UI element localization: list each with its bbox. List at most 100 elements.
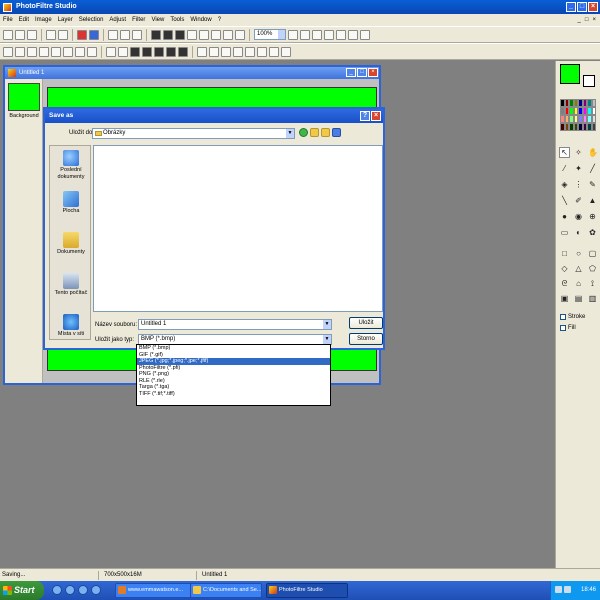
polygon-lasso-icon[interactable]: ⌂ xyxy=(573,278,584,289)
place-documents[interactable]: Dokumenty xyxy=(50,232,92,256)
clone-tool-icon[interactable]: ⊕ xyxy=(587,211,598,222)
file-type-option[interactable]: TIFF (*.tif;*.tiff) xyxy=(137,391,330,398)
shape-option-c-icon[interactable]: ▥ xyxy=(587,293,598,304)
effects-icon[interactable] xyxy=(211,29,221,40)
eyedropper-icon[interactable]: ⁄ xyxy=(559,163,570,174)
new-icon[interactable] xyxy=(3,29,13,40)
saturation-plus-icon[interactable] xyxy=(87,46,97,57)
image-size-icon[interactable] xyxy=(151,29,161,40)
menu-filter[interactable]: Filter xyxy=(132,14,145,26)
line-tool-icon[interactable]: ╱ xyxy=(587,163,598,174)
wand-icon[interactable]: ✦ xyxy=(573,163,584,174)
rotate-right-icon[interactable] xyxy=(269,46,279,57)
fill-icon[interactable] xyxy=(223,29,233,40)
doc-window-minimize-button[interactable]: _ xyxy=(346,68,356,77)
menu-layer[interactable]: Layer xyxy=(58,14,73,26)
menu-selection[interactable]: Selection xyxy=(79,14,104,26)
cancel-button[interactable]: Storno xyxy=(349,333,383,345)
selection-icon[interactable] xyxy=(187,29,197,40)
menu-file[interactable]: File xyxy=(3,14,13,26)
color-palette[interactable] xyxy=(560,99,596,131)
place-computer[interactable]: Tento počítač xyxy=(50,273,92,297)
quick-launch-browser-icon[interactable] xyxy=(52,585,62,595)
dialog-titlebar[interactable]: Save as ? × xyxy=(45,109,383,123)
sepia-icon[interactable] xyxy=(142,46,152,57)
brightness-minus-icon[interactable] xyxy=(27,46,37,57)
contrast-minus-icon[interactable] xyxy=(51,46,61,57)
contrast-plus-icon[interactable] xyxy=(63,46,73,57)
look-in-select[interactable]: Obrázky ▼ xyxy=(92,128,295,139)
file-list[interactable] xyxy=(93,145,383,312)
print-icon[interactable] xyxy=(46,29,56,40)
pointer-tool-icon[interactable]: ↖ xyxy=(559,147,570,158)
back-icon[interactable] xyxy=(299,128,308,137)
actual-size-icon[interactable] xyxy=(312,29,322,40)
saturation-minus-icon[interactable] xyxy=(75,46,85,57)
taskbar-item-browser[interactable]: www.emmawatson.e... xyxy=(115,583,197,598)
zoom-in-icon[interactable] xyxy=(288,29,298,40)
menu-tools[interactable]: Tools xyxy=(170,14,184,26)
foreground-color-swatch[interactable] xyxy=(560,64,580,84)
maximize-button[interactable]: □ xyxy=(577,2,587,12)
fill-checkbox-box[interactable] xyxy=(560,325,566,331)
menu-edit[interactable]: Edit xyxy=(19,14,29,26)
sharpen-icon[interactable] xyxy=(209,46,219,57)
tube-icon[interactable]: ✿ xyxy=(587,227,598,238)
brush-icon[interactable]: ╲ xyxy=(559,195,570,206)
preview-icon[interactable] xyxy=(348,29,358,40)
hand-tool-icon[interactable]: ✋ xyxy=(587,147,598,158)
fill-checkbox[interactable]: Fill xyxy=(560,325,576,331)
view-menu-icon[interactable] xyxy=(332,128,341,137)
brightness-plus-icon[interactable] xyxy=(39,46,49,57)
chevron-down-icon[interactable]: ▼ xyxy=(286,129,294,138)
automate-icon[interactable] xyxy=(281,46,291,57)
triangle-select-icon[interactable]: △ xyxy=(573,263,584,274)
doc-window-maximize-button[interactable]: □ xyxy=(357,68,367,77)
cut-icon[interactable] xyxy=(108,29,118,40)
spray-icon[interactable]: ⋮ xyxy=(573,179,584,190)
bucket-fill-icon[interactable]: ◈ xyxy=(559,179,570,190)
advanced-brush-icon[interactable]: ✐ xyxy=(573,195,584,206)
blur-icon[interactable] xyxy=(197,46,207,57)
soften-icon[interactable] xyxy=(221,46,231,57)
negative-icon[interactable] xyxy=(154,46,164,57)
doc-minimize-button[interactable]: _ xyxy=(578,14,581,26)
menu-view[interactable]: View xyxy=(151,14,164,26)
red-eye-icon[interactable]: ◐ xyxy=(573,227,584,238)
stroke-checkbox[interactable]: Stroke xyxy=(560,314,585,320)
smudge-tool-icon[interactable]: ◉ xyxy=(573,211,584,222)
stroke-checkbox-box[interactable] xyxy=(560,314,566,320)
text-icon[interactable] xyxy=(199,29,209,40)
fullscreen-icon[interactable] xyxy=(336,29,346,40)
shape-option-b-icon[interactable]: ▤ xyxy=(573,293,584,304)
stamp-tool-icon[interactable]: ▲ xyxy=(587,195,598,206)
fit-window-icon[interactable] xyxy=(324,29,334,40)
mirror-icon[interactable] xyxy=(178,46,188,57)
auto-contrast-icon[interactable] xyxy=(15,46,25,57)
stamp-icon[interactable] xyxy=(235,29,245,40)
layer-thumbnail[interactable] xyxy=(8,83,40,111)
minimize-button[interactable]: _ xyxy=(566,2,576,12)
zoom-select[interactable]: 100% xyxy=(254,29,286,40)
quick-launch-media-icon[interactable] xyxy=(65,585,75,595)
menu-adjust[interactable]: Adjust xyxy=(109,14,126,26)
open-icon[interactable] xyxy=(15,29,25,40)
texture-icon[interactable] xyxy=(245,46,255,57)
close-button[interactable]: × xyxy=(588,2,598,12)
doc-window-close-button[interactable]: × xyxy=(368,68,378,77)
doc-restore-button[interactable]: □ xyxy=(585,14,589,26)
gamma-minus-icon[interactable] xyxy=(106,46,116,57)
rectangle-select-icon[interactable]: □ xyxy=(559,248,570,259)
taskbar-item-explorer[interactable]: C:\Documents and Se... xyxy=(190,583,262,598)
file-name-input[interactable]: Untitled 1 ▼ xyxy=(138,319,332,330)
blur-tool-icon[interactable]: ● xyxy=(559,211,570,222)
dialog-close-button[interactable]: × xyxy=(371,111,381,121)
tray-network-icon[interactable] xyxy=(555,586,562,593)
browser-icon[interactable] xyxy=(360,29,370,40)
flip-icon[interactable] xyxy=(166,46,176,57)
rounded-rect-select-icon[interactable]: ▢ xyxy=(587,248,598,259)
up-folder-icon[interactable] xyxy=(310,128,319,137)
pencil-icon[interactable]: ✎ xyxy=(587,179,598,190)
undo-icon[interactable] xyxy=(77,29,87,40)
rotate-left-icon[interactable] xyxy=(257,46,267,57)
